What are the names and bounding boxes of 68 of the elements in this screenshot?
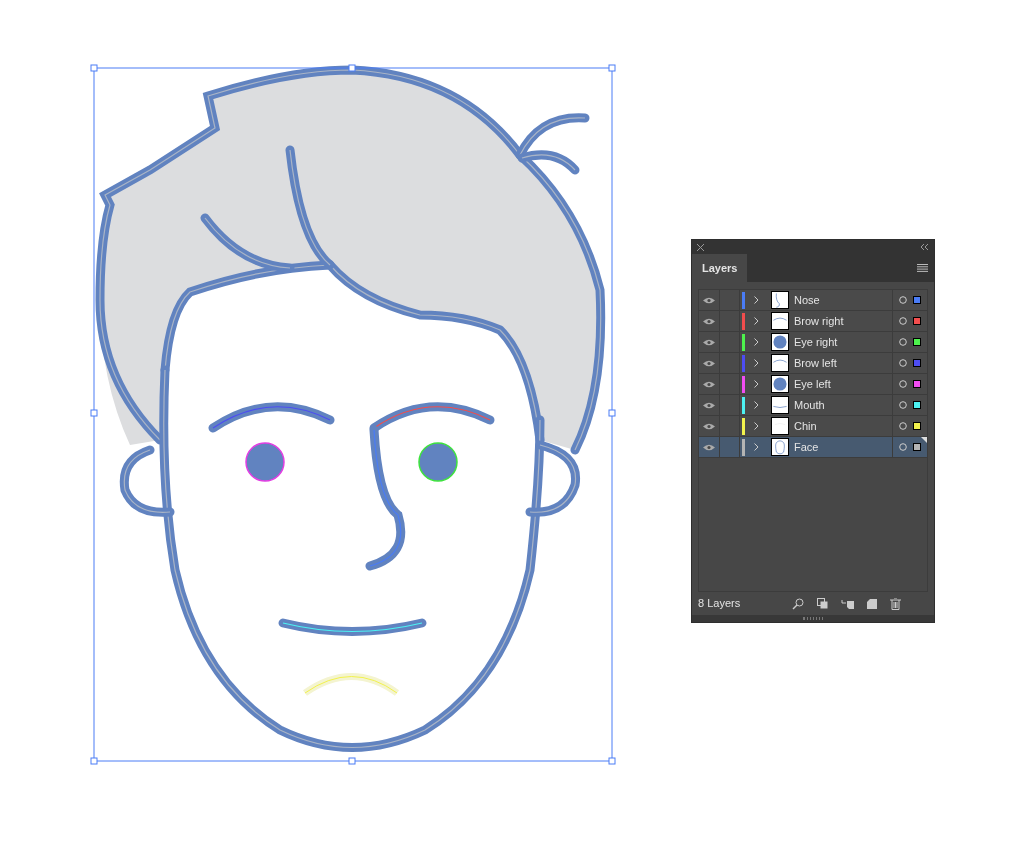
layer-row[interactable]: Brow right [699, 311, 927, 332]
close-icon[interactable] [697, 243, 704, 251]
chevron-icon[interactable] [754, 401, 759, 409]
target-circle-icon[interactable] [899, 380, 907, 388]
layer-count: 8 Layers [698, 596, 741, 612]
layer-color-swatch [913, 296, 921, 304]
eye-icon[interactable] [703, 338, 715, 346]
layer-color-swatch [913, 338, 921, 346]
eye-icon[interactable] [703, 401, 715, 409]
layer-name: Mouth [794, 397, 826, 413]
layer-color-swatch [913, 317, 921, 325]
layer-thumbnail [771, 291, 789, 309]
chevron-icon[interactable] [754, 338, 759, 346]
chevron-icon[interactable] [754, 422, 759, 430]
target-circle-icon[interactable] [899, 401, 907, 409]
layer-name: Brow right [794, 313, 845, 329]
eye-icon[interactable] [703, 380, 715, 388]
new-layer-icon[interactable] [867, 598, 878, 609]
layer-thumbnail [771, 396, 789, 414]
layer-color-swatch [913, 401, 921, 409]
layer-thumbnail [771, 312, 789, 330]
layer-thumbnail [771, 354, 789, 372]
target-circle-icon[interactable] [899, 296, 907, 304]
layer-color-swatch [913, 359, 921, 367]
eye-icon[interactable] [703, 443, 715, 451]
target-circle-icon[interactable] [899, 317, 907, 325]
layer-name: Chin [794, 418, 818, 434]
layer-row[interactable]: Eye right [699, 332, 927, 353]
layer-color-swatch [913, 422, 921, 430]
chevron-icon[interactable] [754, 296, 759, 304]
layer-row[interactable]: Chin [699, 416, 927, 437]
chevron-icon[interactable] [754, 317, 759, 325]
layer-thumbnail [771, 333, 789, 351]
eye-icon[interactable] [703, 296, 715, 304]
layer-color-swatch [913, 443, 921, 451]
resize-grip[interactable] [803, 617, 823, 620]
chevron-icon[interactable] [754, 359, 759, 367]
layer-name: Eye left [794, 376, 832, 392]
eye-icon[interactable] [703, 359, 715, 367]
layers-tab[interactable]: Layers [692, 254, 748, 282]
layer-row[interactable]: Eye left [699, 374, 927, 395]
selection-corner-icon [921, 437, 927, 443]
target-circle-icon[interactable] [899, 422, 907, 430]
eye-icon[interactable] [703, 422, 715, 430]
layer-row[interactable]: Nose [699, 290, 927, 311]
layer-thumbnail [771, 375, 789, 393]
layer-color-swatch [913, 380, 921, 388]
collapse-icon[interactable] [920, 244, 929, 250]
search-icon[interactable] [792, 597, 805, 610]
chevron-icon[interactable] [754, 443, 759, 451]
target-circle-icon[interactable] [899, 338, 907, 346]
layer-name: Nose [794, 292, 821, 308]
clipping-mask-icon[interactable] [817, 598, 829, 609]
layer-thumbnail [771, 417, 789, 435]
layer-name: Face [794, 439, 820, 455]
layer-name: Brow left [794, 355, 838, 371]
eye-icon[interactable] [703, 317, 715, 325]
layer-row[interactable]: Brow left [699, 353, 927, 374]
menu-icon[interactable] [917, 264, 928, 272]
layer-name: Eye right [794, 334, 839, 350]
new-sublayer-icon[interactable] [841, 598, 855, 609]
layer-row[interactable]: Mouth [699, 395, 927, 416]
layer-row[interactable]: Face [699, 437, 927, 458]
layer-thumbnail [771, 438, 789, 456]
trash-icon[interactable] [890, 597, 902, 610]
target-circle-icon[interactable] [899, 359, 907, 367]
target-circle-icon[interactable] [899, 443, 907, 451]
chevron-icon[interactable] [754, 380, 759, 388]
